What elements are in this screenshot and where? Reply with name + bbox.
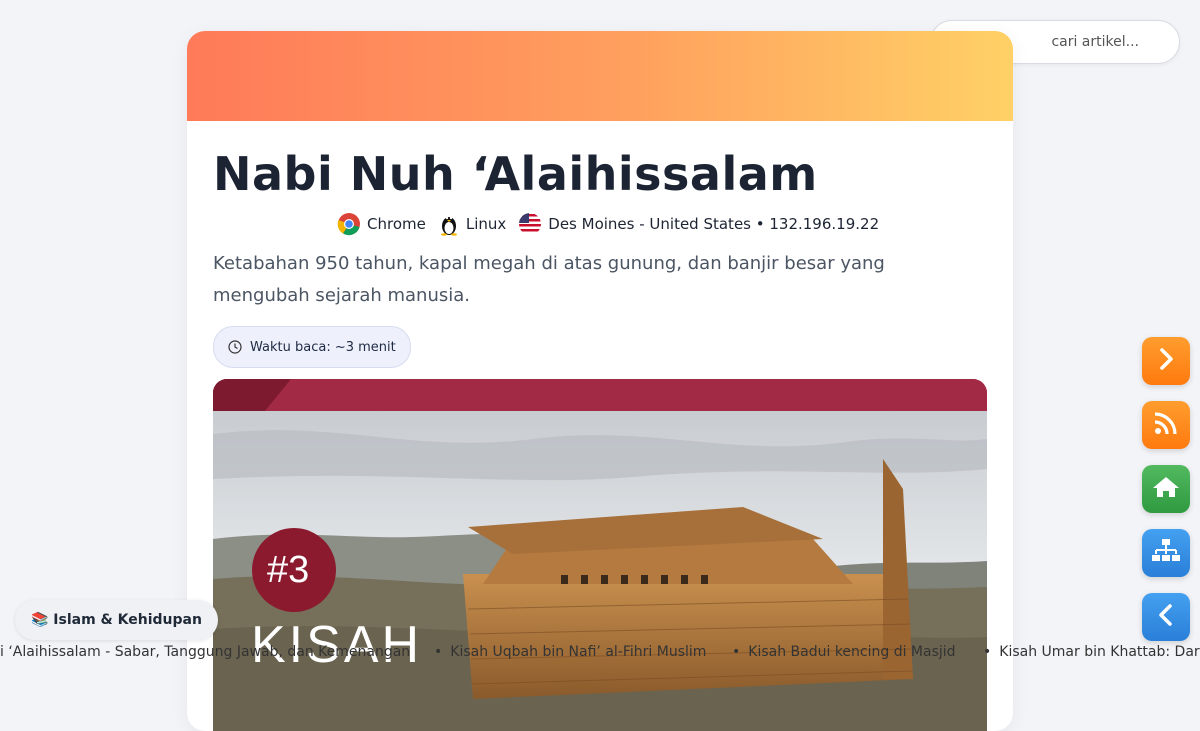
news-ticker: i ‘Alaihissalam - Sabar, Tanggung Jawab,… — [0, 644, 1200, 664]
linux-tux-icon — [438, 212, 460, 236]
previous-article-button[interactable] — [1142, 593, 1190, 641]
ticker-item[interactable]: • Kisah Badui kencing di Masjid — [732, 644, 956, 660]
os-label: Linux — [465, 215, 507, 233]
rss-icon — [1153, 410, 1179, 440]
category-chip-label: 📚 Islam & Kehidupan — [31, 612, 202, 628]
category-chip[interactable]: 📚 Islam & Kehidupan — [15, 600, 218, 640]
browser-label: Chrome — [367, 215, 426, 233]
ticker-item[interactable]: • Kisah Umar bin Khattab: Dari — [983, 644, 1200, 660]
article-description: Ketabahan 950 tahun, kapal megah di atas… — [213, 253, 885, 306]
clock-icon — [228, 340, 242, 354]
article-card: Nabi Nuh ‘Alaihissalam Chrome Linux Des … — [187, 31, 1013, 731]
page-title: Nabi Nuh ‘Alaihissalam — [213, 147, 818, 201]
location-label: Des Moines - United States • 132.196.19.… — [548, 215, 880, 233]
chrome-icon — [337, 212, 361, 236]
visitor-meta: Chrome Linux Des Moines - United States … — [337, 212, 891, 236]
hero-badge-number: #3 — [267, 549, 310, 591]
header-banner — [187, 31, 1013, 121]
chevron-left-icon — [1155, 603, 1177, 631]
sitemap-icon — [1151, 538, 1181, 568]
home-button[interactable] — [1142, 465, 1190, 513]
reading-time-label: Waktu baca: ~3 menit — [250, 339, 396, 355]
sitemap-button[interactable] — [1142, 529, 1190, 577]
us-flag-icon — [518, 212, 542, 236]
home-icon — [1152, 475, 1180, 503]
hero-image: #3 KISAH — [213, 379, 987, 731]
chevron-right-icon — [1155, 347, 1177, 375]
next-article-button[interactable] — [1142, 337, 1190, 385]
ticker-item[interactable]: i ‘Alaihissalam - Sabar, Tanggung Jawab,… — [0, 644, 410, 660]
ticker-item[interactable]: • Kisah Uqbah bin Nafi’ al-Fihri Muslim — [434, 644, 706, 660]
search-input[interactable]: cari artikel... — [1051, 34, 1139, 50]
rss-feed-button[interactable] — [1142, 401, 1190, 449]
reading-time-badge: Waktu baca: ~3 menit — [213, 326, 411, 368]
